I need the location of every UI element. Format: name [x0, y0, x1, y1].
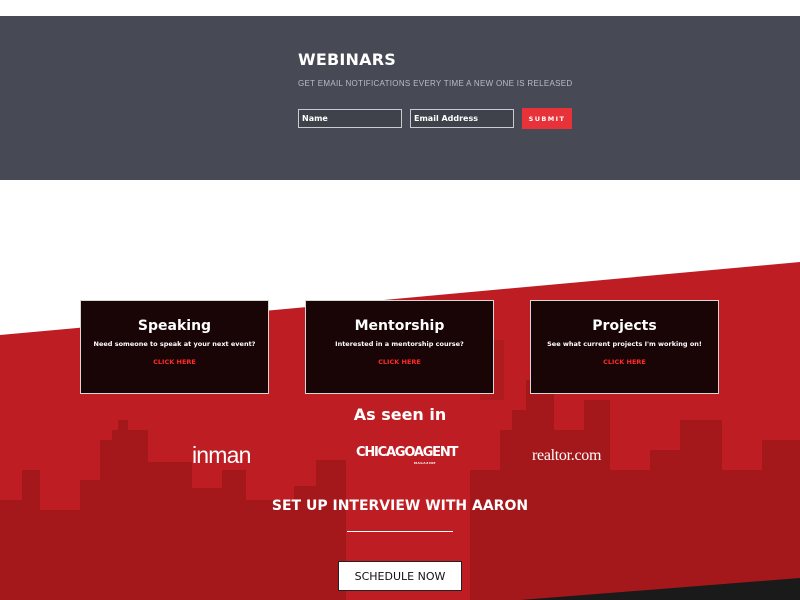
- projects-click-here-link[interactable]: CLICK HERE: [603, 358, 646, 366]
- realtor-logo: realtor.com: [532, 447, 602, 464]
- card-speaking[interactable]: Speaking Need someone to speak at your n…: [80, 300, 269, 394]
- inman-logo: inman: [192, 442, 251, 468]
- card-projects[interactable]: Projects See what current projects I'm w…: [530, 300, 719, 394]
- card-description: See what current projects I'm working on…: [547, 340, 702, 348]
- card-title: Speaking: [137, 318, 212, 334]
- card-mentorship[interactable]: Mentorship Interested in a mentorship co…: [305, 300, 494, 394]
- card-description: Interested in a mentorship course?: [335, 340, 464, 348]
- as-seen-in-heading: As seen in: [353, 405, 447, 424]
- card-title: Mentorship: [354, 318, 445, 334]
- schedule-now-button[interactable]: SCHEDULE NOW: [338, 561, 462, 591]
- featured-section: Speaking Need someone to speak at your n…: [0, 0, 800, 600]
- interview-heading: SET UP INTERVIEW WITH AARON: [271, 498, 529, 514]
- chicago-agent-wordmark: CHICAGOAGENT: [356, 445, 458, 460]
- chicago-agent-subtext: MAGAZINE: [414, 461, 436, 465]
- speaking-click-here-link[interactable]: CLICK HERE: [153, 358, 196, 366]
- divider: [347, 531, 453, 532]
- mentorship-click-here-link[interactable]: CLICK HERE: [378, 358, 421, 366]
- card-description: Need someone to speak at your next event…: [93, 340, 256, 348]
- chicago-agent-logo: CHICAGOAGENT MAGAZINE: [356, 445, 458, 465]
- card-title: Projects: [592, 318, 657, 334]
